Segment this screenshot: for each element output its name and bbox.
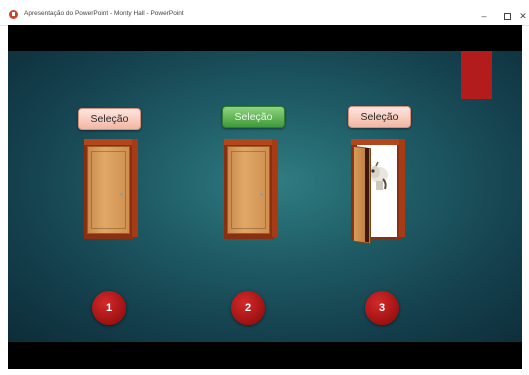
door-panel [227, 146, 270, 234]
door-inset [91, 151, 126, 229]
powerpoint-icon [9, 10, 18, 19]
door-knob-icon [260, 193, 263, 196]
red-rectangle-shape [461, 51, 492, 99]
window-title: Apresentação do PowerPoint - Monty Hall … [24, 10, 184, 17]
door-1[interactable] [84, 135, 138, 239]
door-frame-side [399, 139, 405, 237]
slideshow-stage: Seleção Seleção Seleção 1 2 3 [8, 25, 522, 369]
door-frame-side [132, 139, 138, 237]
door-inset [231, 151, 266, 229]
door-knob-icon [120, 193, 123, 196]
minimize-button[interactable]: – [474, 10, 494, 22]
selection-button-door-2[interactable]: Seleção [222, 106, 285, 128]
slide[interactable]: Seleção Seleção Seleção 1 2 3 [8, 51, 522, 342]
door-number-2: 2 [231, 291, 265, 325]
door-number-1: 1 [92, 291, 126, 325]
door-number-3: 3 [365, 291, 399, 325]
selection-button-door-1[interactable]: Seleção [78, 108, 141, 130]
door-frame-top [224, 139, 278, 145]
close-button[interactable]: ✕ [517, 10, 529, 22]
maximize-button[interactable] [497, 10, 517, 22]
door-frame-top [84, 139, 138, 145]
door-panel [87, 146, 130, 234]
maximize-icon [503, 13, 511, 21]
window-titlebar: Apresentação do PowerPoint - Monty Hall … [0, 0, 529, 26]
window-bottom-border [0, 369, 529, 375]
door-frame-side [272, 139, 278, 237]
door-2[interactable] [224, 135, 278, 239]
selection-button-door-3[interactable]: Seleção [348, 106, 411, 128]
door-3-open[interactable] [351, 135, 405, 245]
open-door-edge [365, 147, 369, 243]
